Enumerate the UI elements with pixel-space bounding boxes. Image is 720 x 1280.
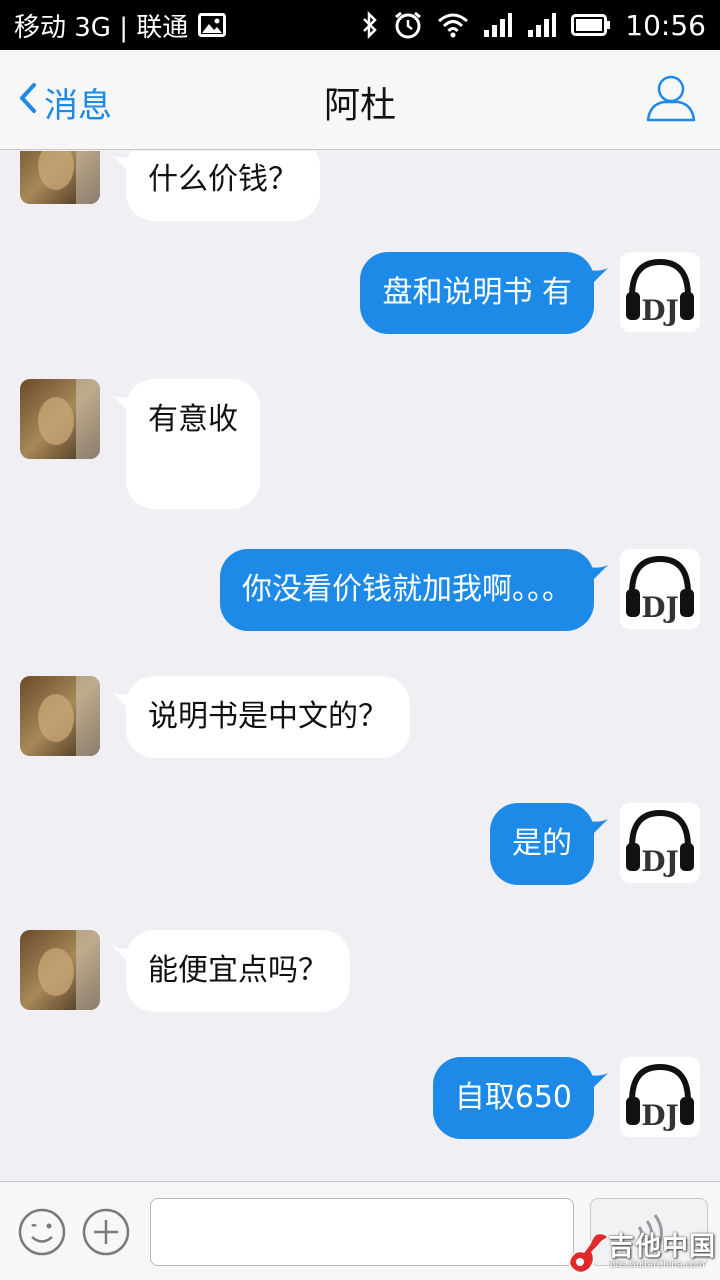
message-bubble-incoming[interactable]: 有意收 — [112, 379, 260, 509]
message-text: 你没看价钱就加我啊。。。 — [242, 572, 572, 607]
message-text: 是的 — [512, 826, 572, 861]
status-bar: 移动 3G | 联通 10:56 — [0, 0, 720, 50]
alarm-icon — [393, 10, 423, 40]
message-bubble-outgoing[interactable]: 自取650 — [432, 1057, 608, 1139]
status-left: 移动 3G | 联通 — [14, 7, 227, 44]
message-text: 什么价钱？ — [148, 162, 298, 197]
my-avatar[interactable]: DJ — [620, 252, 700, 332]
contact-avatar[interactable] — [20, 676, 100, 756]
my-avatar[interactable]: DJ — [620, 549, 700, 629]
chat-area[interactable]: 什么价钱？ 盘和说明书 有 DJ 有意收 你没看价钱就加我啊。。。 DJ 说明书… — [0, 151, 720, 1181]
voice-button[interactable] — [590, 1198, 708, 1266]
carrier-label: 移动 3G | 联通 — [14, 12, 189, 43]
my-avatar[interactable]: DJ — [620, 803, 700, 883]
message-bubble-incoming[interactable]: 什么价钱？ — [112, 151, 320, 221]
message-bubble-outgoing[interactable]: 盘和说明书 有 — [360, 252, 608, 334]
message-bubble-outgoing[interactable]: 你没看价钱就加我啊。。。 — [220, 549, 608, 631]
svg-text:DJ: DJ — [641, 294, 679, 327]
message-text: 能便宜点吗？ — [148, 953, 328, 988]
wifi-icon — [437, 10, 469, 40]
message-text: 自取650 — [454, 1080, 572, 1115]
message-input[interactable] — [150, 1198, 574, 1266]
emoji-button[interactable] — [18, 1208, 66, 1260]
contact-avatar[interactable] — [20, 379, 100, 459]
battery-icon — [571, 10, 611, 40]
message-text: 盘和说明书 有 — [382, 275, 572, 310]
signal-icon — [527, 10, 557, 40]
nav-bar: 消息 阿杜 — [0, 50, 720, 150]
status-time: 10:56 — [625, 8, 706, 42]
page-title: 阿杜 — [323, 85, 396, 126]
person-icon — [646, 75, 696, 126]
my-avatar[interactable]: DJ — [620, 1057, 700, 1137]
image-icon — [198, 10, 227, 40]
message-text: 说明书是中文的？ — [148, 699, 388, 734]
svg-text:DJ: DJ — [641, 591, 679, 624]
input-bar — [0, 1181, 720, 1280]
svg-text:DJ: DJ — [641, 1099, 679, 1132]
message-bubble-incoming[interactable]: 说明书是中文的？ — [112, 676, 410, 758]
profile-button[interactable] — [646, 74, 696, 126]
smiley-icon — [18, 1208, 66, 1260]
contact-avatar[interactable] — [20, 151, 100, 204]
signal-icon — [483, 10, 513, 40]
bluetooth-icon — [361, 10, 379, 40]
svg-text:DJ: DJ — [641, 845, 679, 878]
message-bubble-outgoing[interactable]: 是的 — [490, 803, 608, 885]
status-right: 10:56 — [361, 9, 706, 42]
plus-icon — [82, 1208, 130, 1260]
message-bubble-incoming[interactable]: 能便宜点吗？ — [112, 930, 350, 1012]
contact-avatar[interactable] — [20, 930, 100, 1010]
message-text: 有意收 — [148, 402, 238, 437]
add-button[interactable] — [82, 1208, 130, 1260]
sound-wave-icon — [635, 1213, 665, 1257]
